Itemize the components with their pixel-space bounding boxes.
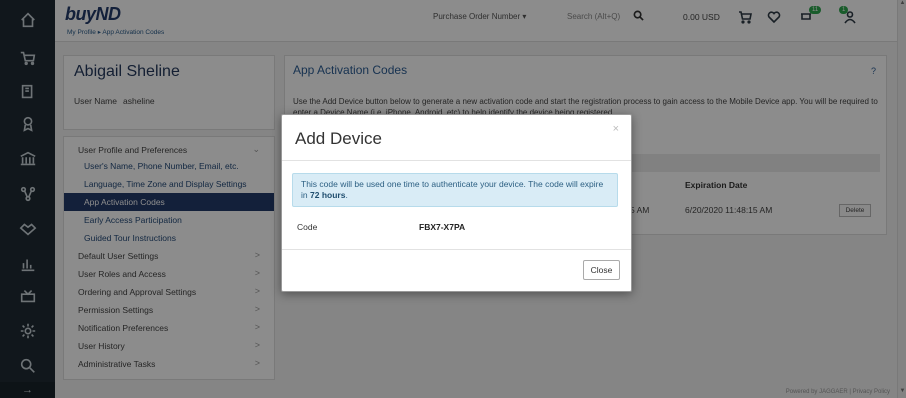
divider bbox=[282, 249, 631, 250]
alert-hours: 72 hours bbox=[310, 190, 346, 200]
modal-title: Add Device bbox=[295, 129, 382, 148]
divider bbox=[282, 160, 631, 161]
add-device-modal: Add Device × This code will be used one … bbox=[281, 114, 632, 292]
info-alert: This code will be used one time to authe… bbox=[292, 173, 618, 207]
close-icon[interactable]: × bbox=[613, 123, 619, 135]
code-label: Code bbox=[297, 222, 318, 232]
alert-end: . bbox=[345, 190, 348, 200]
close-button[interactable]: Close bbox=[583, 260, 620, 280]
activation-code: FBX7-X7PA bbox=[419, 222, 466, 232]
